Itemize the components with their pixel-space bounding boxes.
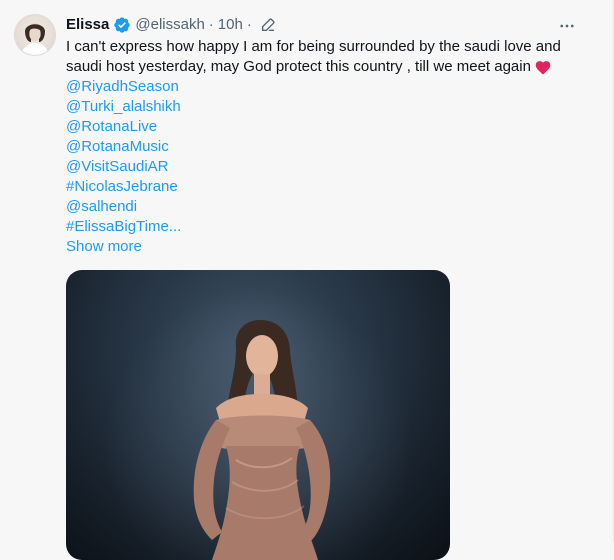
more-options-button[interactable]: [557, 16, 577, 36]
tweet-media-image[interactable]: [66, 270, 450, 560]
tweet-text-line-2-text: saudi host yesterday, may God protect th…: [66, 58, 531, 75]
edit-icon[interactable]: [260, 17, 276, 33]
author-handle[interactable]: @elissakh: [135, 15, 204, 35]
mention-rotanalive[interactable]: @RotanaLive: [66, 117, 586, 137]
mention-rotanamusic[interactable]: @RotanaMusic: [66, 137, 586, 157]
tweet-text-line-2: saudi host yesterday, may God protect th…: [66, 57, 586, 77]
hashtag-nicolasjebrane[interactable]: #NicolasJebrane: [66, 177, 586, 197]
avatar-image: [21, 23, 49, 55]
tweet-time[interactable]: 10h: [218, 15, 243, 35]
heart-icon: [535, 61, 551, 75]
mention-salhendi[interactable]: @salhendi: [66, 197, 586, 217]
meta-separator-2: ·: [246, 16, 252, 33]
author-name[interactable]: Elissa: [66, 15, 109, 35]
avatar[interactable]: [14, 14, 56, 56]
mention-turki-alalshikh[interactable]: @Turki_alalshikh: [66, 97, 586, 117]
tweet-text-line-1: I can't express how happy I am for being…: [66, 38, 561, 55]
hashtag-elissabigtime[interactable]: #ElissaBigTime...: [66, 217, 586, 237]
more-options-icon: [560, 24, 574, 28]
verified-badge-icon: [114, 17, 131, 33]
meta-separator: ·: [208, 16, 214, 33]
show-more-link[interactable]: Show more: [66, 237, 586, 257]
tweet-header: Elissa @elissakh · 10h ·: [66, 14, 276, 36]
mention-visitsaudiar[interactable]: @VisitSaudiAR: [66, 157, 586, 177]
woman-in-gown-photo: [193, 320, 331, 560]
tweet[interactable]: Elissa @elissakh · 10h · I can't express…: [0, 0, 613, 560]
tweet-body: I can't express how happy I am for being…: [66, 37, 586, 257]
mention-riyadhseason[interactable]: @RiyadhSeason: [66, 77, 586, 97]
